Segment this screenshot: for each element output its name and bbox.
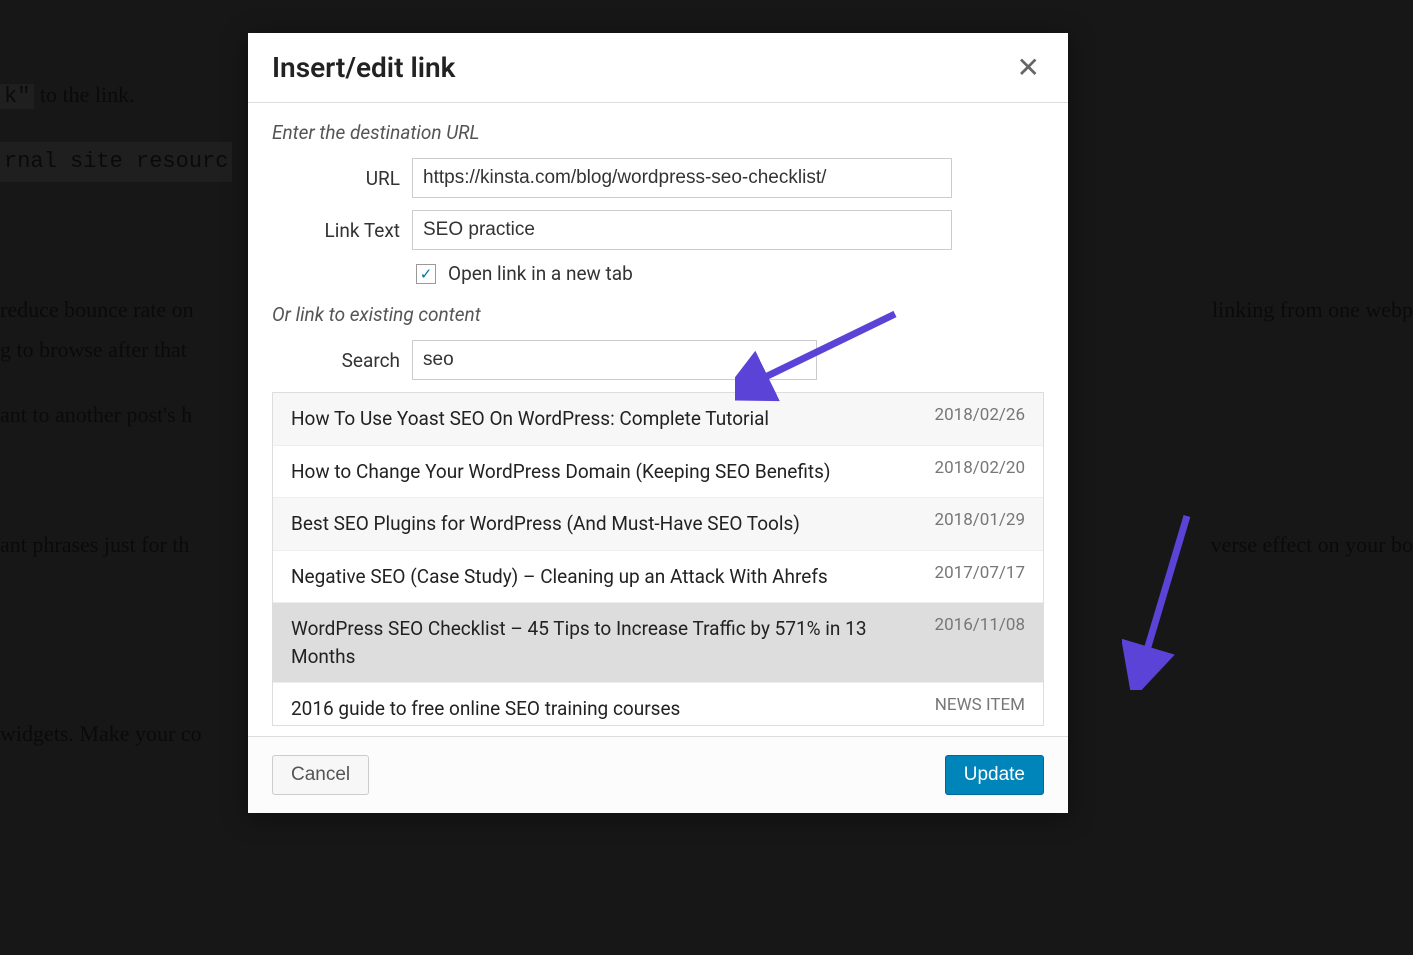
url-row: URL xyxy=(272,158,1044,198)
result-title: 2016 guide to free online SEO training c… xyxy=(291,695,921,723)
result-item[interactable]: 2016 guide to free online SEO training c… xyxy=(273,683,1043,726)
link-modal: Insert/edit link ✕ Enter the destination… xyxy=(248,33,1068,813)
newtab-row: ✓ Open link in a new tab xyxy=(416,262,1044,285)
modal-header: Insert/edit link ✕ xyxy=(248,33,1068,103)
result-date: 2018/02/26 xyxy=(935,405,1025,425)
newtab-checkbox[interactable]: ✓ xyxy=(416,264,436,284)
result-item[interactable]: How To Use Yoast SEO On WordPress: Compl… xyxy=(273,393,1043,446)
result-item[interactable]: Best SEO Plugins for WordPress (And Must… xyxy=(273,498,1043,551)
result-title: How to Change Your WordPress Domain (Kee… xyxy=(291,458,921,486)
linktext-row: Link Text xyxy=(272,210,1044,250)
result-item[interactable]: How to Change Your WordPress Domain (Kee… xyxy=(273,446,1043,499)
results-list[interactable]: How To Use Yoast SEO On WordPress: Compl… xyxy=(272,392,1044,726)
url-input[interactable] xyxy=(412,158,952,198)
modal-footer: Cancel Update xyxy=(248,736,1068,813)
result-item[interactable]: Negative SEO (Case Study) – Cleaning up … xyxy=(273,551,1043,604)
result-date: 2018/02/20 xyxy=(935,458,1025,478)
url-label: URL xyxy=(272,167,400,190)
linktext-label: Link Text xyxy=(272,219,400,242)
section-existing-content: Or link to existing content xyxy=(272,303,1044,326)
result-date: 2017/07/17 xyxy=(935,563,1025,583)
section-destination-url: Enter the destination URL xyxy=(272,121,1044,144)
result-date: 2016/11/08 xyxy=(935,615,1025,635)
result-title: How To Use Yoast SEO On WordPress: Compl… xyxy=(291,405,921,433)
result-date: 2018/01/29 xyxy=(935,510,1025,530)
search-input[interactable] xyxy=(412,340,817,380)
result-title: Best SEO Plugins for WordPress (And Must… xyxy=(291,510,921,538)
result-title: WordPress SEO Checklist – 45 Tips to Inc… xyxy=(291,615,921,670)
modal-title: Insert/edit link xyxy=(272,51,455,84)
result-item[interactable]: WordPress SEO Checklist – 45 Tips to Inc… xyxy=(273,603,1043,683)
newtab-label: Open link in a new tab xyxy=(448,262,633,285)
search-label: Search xyxy=(272,349,400,372)
modal-body: Enter the destination URL URL Link Text … xyxy=(248,103,1068,736)
linktext-input[interactable] xyxy=(412,210,952,250)
update-button[interactable]: Update xyxy=(945,755,1044,795)
search-row: Search xyxy=(272,340,1044,380)
close-icon[interactable]: ✕ xyxy=(1013,47,1044,88)
cancel-button[interactable]: Cancel xyxy=(272,755,369,795)
result-date: NEWS ITEM xyxy=(935,695,1025,715)
result-title: Negative SEO (Case Study) – Cleaning up … xyxy=(291,563,921,591)
